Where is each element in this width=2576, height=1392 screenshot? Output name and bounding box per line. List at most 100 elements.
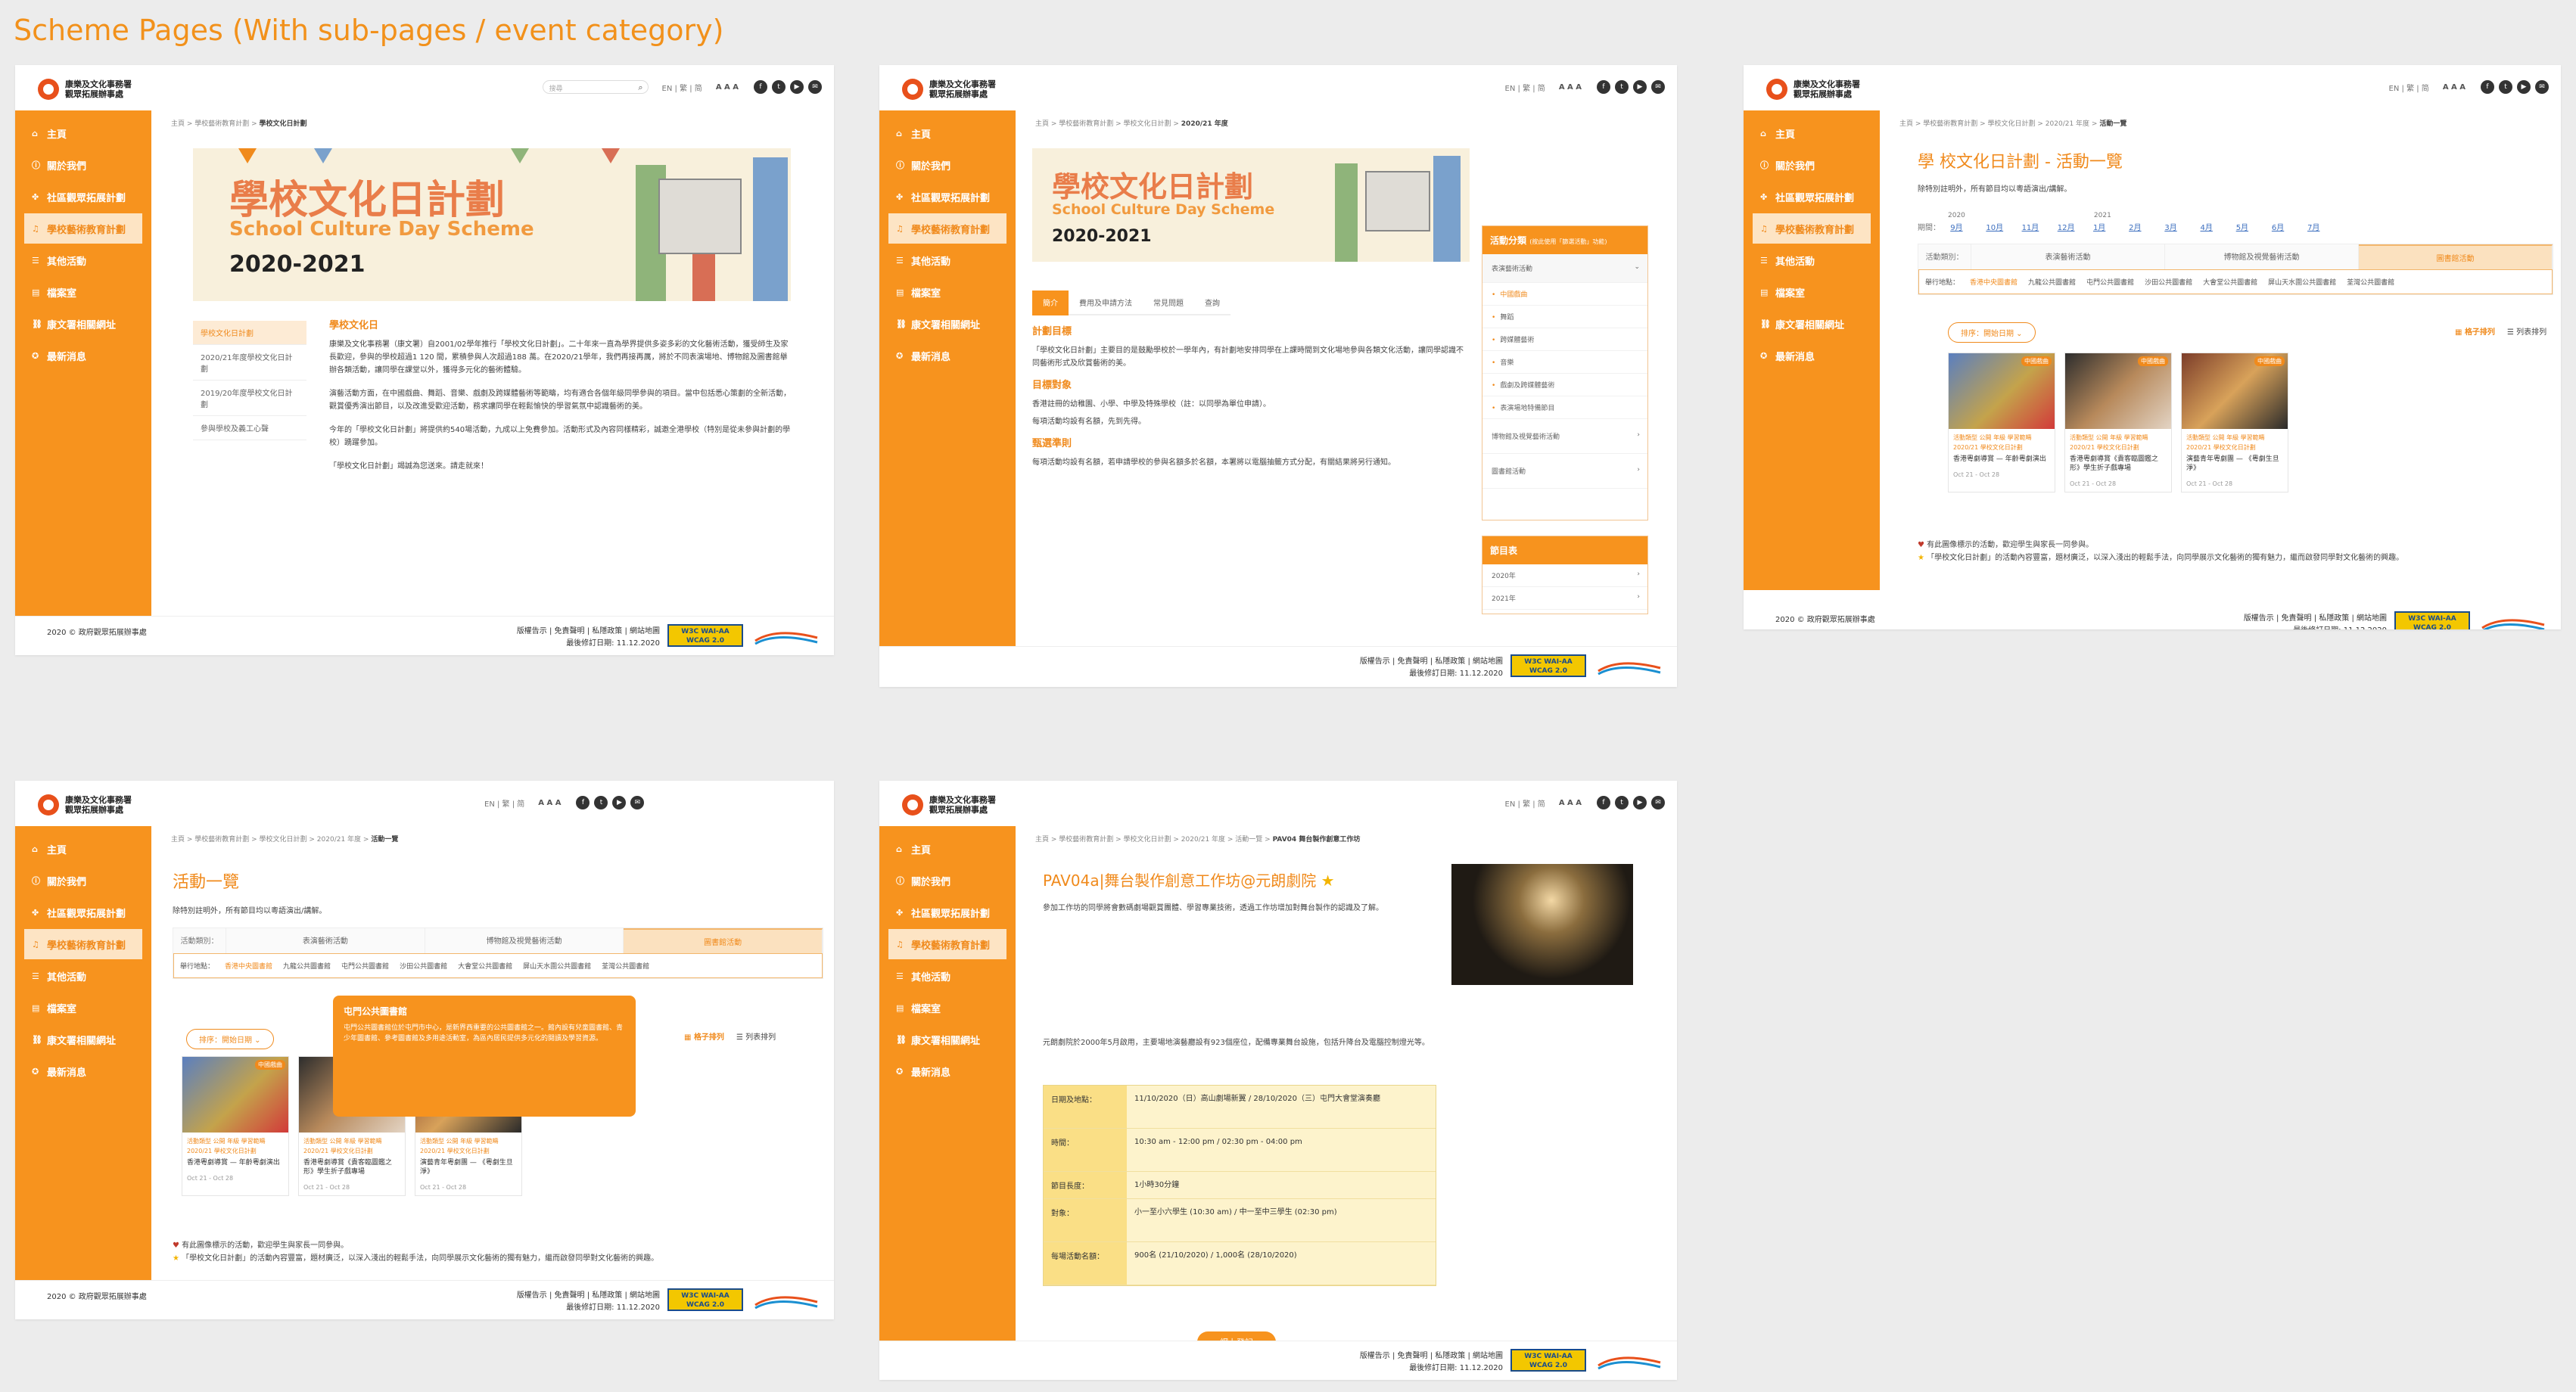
youtube-icon[interactable]: ▶ <box>2517 80 2531 94</box>
language-switch[interactable]: EN | 繁 | 简 <box>2389 82 2429 93</box>
schedule-item[interactable]: 2021年 › <box>1482 587 1647 610</box>
facebook-icon[interactable]: f <box>576 796 590 809</box>
nav-links[interactable]: ⛓ 康文署相關網址 <box>24 309 142 339</box>
nav-about[interactable]: ⓘ 關於我們 <box>24 150 142 180</box>
font-size-switch[interactable]: A A A <box>538 799 561 807</box>
search-input[interactable]: 搜尋 ⌕ <box>542 80 649 94</box>
tab-intro[interactable]: 簡介 <box>1032 291 1069 315</box>
language-switch[interactable]: EN | 繁 | 简 <box>1505 82 1545 93</box>
facebook-icon[interactable]: f <box>1597 80 1610 94</box>
category-item[interactable]: • 表演場地特備節目 <box>1482 396 1647 419</box>
footer-links[interactable]: 版權告示 | 免責聲明 | 私隱政策 | 網站地圖 <box>517 1288 660 1300</box>
month-link[interactable]: 12月 <box>2058 221 2091 232</box>
venue-chip[interactable]: 屏山天水圍公共圖書館 <box>2268 277 2336 287</box>
month-link[interactable]: 7月 <box>2307 221 2341 232</box>
month-link[interactable]: 9月 <box>1950 221 1983 232</box>
site-logo[interactable]: 康樂及文化事務署 觀眾拓展辦事處 <box>38 79 132 100</box>
nav-home[interactable]: ⌂ 主頁 <box>888 834 1006 864</box>
nav-other[interactable]: ☰ 其他活動 <box>888 961 1006 991</box>
tab-fees[interactable]: 費用及申請方法 <box>1069 291 1143 315</box>
category-item[interactable]: 博物館及視覺藝術活動 › <box>1482 419 1647 454</box>
tab-faq[interactable]: 常見問題 <box>1143 291 1194 315</box>
nav-archive[interactable]: ▤ 檔案室 <box>1753 277 1871 307</box>
event-card[interactable]: 中國戲曲活動類型 公開 年級 學習範疇2020/21 學校文化日計劃演藝青年粵劇… <box>2181 353 2288 492</box>
nav-archive[interactable]: ▤ 檔案室 <box>888 993 1006 1023</box>
nav-community[interactable]: ✤ 社區觀眾拓展計劃 <box>888 897 1006 927</box>
month-link[interactable]: 5月 <box>2236 221 2270 232</box>
filter-tab[interactable]: 圖書館活動 <box>624 928 823 953</box>
search-icon[interactable]: ⌕ <box>638 82 642 93</box>
font-size-switch[interactable]: A A A <box>2443 83 2466 92</box>
filter-tab[interactable]: 表演藝術活動 <box>1971 244 2165 269</box>
sub-menu-item[interactable]: 學校文化日計劃 <box>193 321 306 345</box>
nav-links[interactable]: ⛓ 康文署相關網址 <box>888 1024 1006 1055</box>
footer-links[interactable]: 版權告示 | 免責聲明 | 私隱政策 | 網站地圖 <box>1360 654 1503 666</box>
footer-links[interactable]: 版權告示 | 免責聲明 | 私隱政策 | 網站地圖 <box>2244 611 2387 623</box>
nav-school-arts[interactable]: ♫ 學校藝術教育計劃 <box>888 213 1006 244</box>
category-item[interactable]: • 音樂 <box>1482 351 1647 374</box>
grid-view-toggle[interactable]: ▦ 格子排列 <box>684 1033 724 1042</box>
font-size-switch[interactable]: A A A <box>716 83 739 92</box>
sub-menu-item[interactable]: 2019/20年度學校文化日計劃 <box>193 381 306 416</box>
email-icon[interactable]: ✉ <box>1651 796 1665 809</box>
nav-school-arts[interactable]: ♫ 學校藝術教育計劃 <box>24 213 142 244</box>
email-icon[interactable]: ✉ <box>1651 80 1665 94</box>
language-switch[interactable]: EN | 繁 | 简 <box>662 82 702 93</box>
venue-chip[interactable]: 沙田公共圖書館 <box>400 961 447 971</box>
month-link[interactable]: 11月 <box>2022 221 2055 232</box>
font-size-switch[interactable]: A A A <box>1559 83 1582 92</box>
category-item[interactable]: 圖書館活動 › <box>1482 454 1647 489</box>
email-icon[interactable]: ✉ <box>2535 80 2549 94</box>
site-logo[interactable]: 康樂及文化事務署 觀眾拓展辦事處 <box>902 794 996 816</box>
filter-tab[interactable]: 博物館及視覺藝術活動 <box>2165 244 2359 269</box>
nav-news[interactable]: ✪ 最新消息 <box>24 1056 142 1086</box>
email-icon[interactable]: ✉ <box>808 80 822 94</box>
site-logo[interactable]: 康樂及文化事務署 觀眾拓展辦事處 <box>1766 79 1860 100</box>
facebook-icon[interactable]: f <box>754 80 767 94</box>
nav-archive[interactable]: ▤ 檔案室 <box>888 277 1006 307</box>
venue-chip[interactable]: 屯門公共圖書館 <box>341 961 389 971</box>
schedule-item[interactable]: 2020年 › <box>1482 564 1647 587</box>
venue-chip[interactable]: 大會堂公共圖書館 <box>2203 277 2257 287</box>
language-switch[interactable]: EN | 繁 | 简 <box>1505 797 1545 809</box>
facebook-icon[interactable]: f <box>2481 80 2494 94</box>
filter-tab[interactable]: 博物館及視覺藝術活動 <box>425 928 624 953</box>
nav-archive[interactable]: ▤ 檔案室 <box>24 993 142 1023</box>
nav-community[interactable]: ✤ 社區觀眾拓展計劃 <box>24 182 142 212</box>
youtube-icon[interactable]: ▶ <box>790 80 804 94</box>
font-size-switch[interactable]: A A A <box>1559 799 1582 807</box>
list-view-toggle[interactable]: ☰ 列表排列 <box>2507 328 2546 337</box>
nav-other[interactable]: ☰ 其他活動 <box>24 961 142 991</box>
category-item[interactable]: • 舞蹈 <box>1482 306 1647 328</box>
venue-chip[interactable]: 香港中央圖書館 <box>225 961 272 971</box>
venue-chip[interactable]: 大會堂公共圖書館 <box>458 961 512 971</box>
twitter-icon[interactable]: t <box>1615 80 1629 94</box>
month-link[interactable]: 3月 <box>2164 221 2198 232</box>
footer-links[interactable]: 版權告示 | 免責聲明 | 私隱政策 | 網站地圖 <box>1360 1349 1503 1360</box>
nav-news[interactable]: ✪ 最新消息 <box>24 340 142 371</box>
facebook-icon[interactable]: f <box>1597 796 1610 809</box>
event-card[interactable]: 中國戲曲活動類型 公開 年級 學習範疇2020/21 學校文化日計劃香港粵劇導賞… <box>1948 353 2055 492</box>
nav-home[interactable]: ⌂ 主頁 <box>888 118 1006 148</box>
month-link[interactable]: 10月 <box>1986 221 2019 232</box>
grid-view-toggle[interactable]: ▦ 格子排列 <box>2455 328 2495 337</box>
nav-community[interactable]: ✤ 社區觀眾拓展計劃 <box>1753 182 1871 212</box>
twitter-icon[interactable]: t <box>594 796 608 809</box>
sub-menu-item[interactable]: 參與學校及義工心聲 <box>193 416 306 440</box>
nav-about[interactable]: ⓘ 關於我們 <box>888 865 1006 896</box>
nav-about[interactable]: ⓘ 關於我們 <box>1753 150 1871 180</box>
event-card[interactable]: 中國戲曲活動類型 公開 年級 學習範疇2020/21 學校文化日計劃香港粵劇導賞… <box>2064 353 2172 492</box>
nav-news[interactable]: ✪ 最新消息 <box>888 340 1006 371</box>
nav-other[interactable]: ☰ 其他活動 <box>24 245 142 275</box>
category-item[interactable]: • 戲劇及跨媒體藝術 <box>1482 374 1647 396</box>
site-logo[interactable]: 康樂及文化事務署 觀眾拓展辦事處 <box>38 794 132 816</box>
category-selected[interactable]: 表演藝術活動 ⌄ <box>1482 254 1647 283</box>
list-view-toggle[interactable]: ☰ 列表排列 <box>736 1033 776 1042</box>
nav-about[interactable]: ⓘ 關於我們 <box>24 865 142 896</box>
venue-chip[interactable]: 屯門公共圖書館 <box>2086 277 2134 287</box>
youtube-icon[interactable]: ▶ <box>1633 796 1647 809</box>
venue-chip[interactable]: 九龍公共圖書館 <box>283 961 331 971</box>
nav-links[interactable]: ⛓ 康文署相關網址 <box>24 1024 142 1055</box>
filter-tab[interactable]: 圖書館活動 <box>2359 244 2553 269</box>
nav-links[interactable]: ⛓ 康文署相關網址 <box>888 309 1006 339</box>
